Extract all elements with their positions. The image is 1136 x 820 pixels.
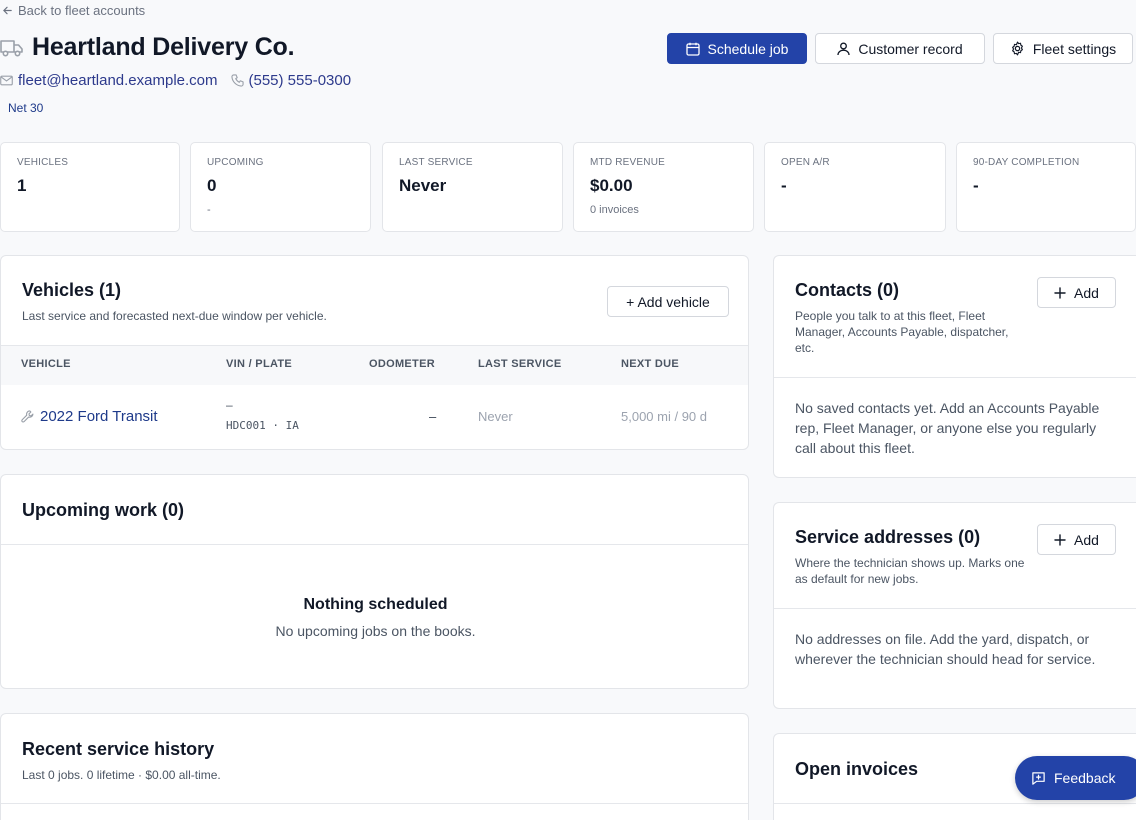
vehicle-vin: – [226, 398, 233, 412]
feedback-button[interactable]: Feedback [1015, 756, 1136, 800]
stat-value: - [781, 176, 787, 195]
user-icon [837, 42, 851, 55]
email-text: fleet@heartland.example.com [18, 72, 218, 89]
stat-sub: - [207, 204, 211, 216]
customer-record-button[interactable]: Customer record [815, 33, 985, 64]
stat-label: UPCOMING [207, 157, 264, 168]
vehicles-description: Last service and forecasted next-due win… [22, 309, 327, 323]
stat-last-service: LAST SERVICE Never [382, 142, 563, 232]
page-header: Heartland Delivery Co. [0, 33, 295, 62]
table-row[interactable]: 2022 Ford Transit – HDC001 · IA – Never … [0, 385, 749, 449]
stat-open-ar: OPEN A/R - [764, 142, 946, 232]
payment-terms-badge: Net 30 [8, 101, 44, 115]
stat-label: LAST SERVICE [399, 157, 473, 168]
contacts-card: Contacts (0) People you talk to at this … [773, 255, 1136, 478]
vehicle-odometer: – [429, 409, 437, 424]
stat-value: 1 [17, 176, 27, 195]
stat-sub: 0 invoices [590, 204, 639, 216]
contacts-empty-text: No saved contacts yet. Add an Accounts P… [795, 400, 1100, 456]
stat-label: MTD REVENUE [590, 157, 665, 168]
arrow-left-icon [3, 6, 12, 15]
page-title: Heartland Delivery Co. [32, 33, 295, 61]
stat-label: 90-DAY COMPLETION [973, 157, 1080, 168]
back-link-label: Back to fleet accounts [18, 3, 146, 18]
vehicle-plate: HDC001 · IA [226, 419, 299, 432]
back-link[interactable]: Back to fleet accounts [2, 3, 145, 18]
plus-icon [1054, 533, 1066, 546]
fleet-settings-button[interactable]: Fleet settings [993, 33, 1133, 64]
stat-mtd-revenue: MTD REVENUE $0.00 0 invoices [573, 142, 754, 232]
addresses-description: Where the technician shows up. Marks one… [795, 556, 1025, 586]
message-plus-icon [1032, 771, 1045, 785]
phone-link[interactable]: (555) 555-0300 [230, 72, 352, 89]
col-odometer[interactable]: ODOMETER [369, 358, 435, 370]
plus-icon [1054, 286, 1066, 299]
add-contact-button[interactable]: Add [1037, 277, 1116, 308]
stat-upcoming: UPCOMING 0 - [190, 142, 371, 232]
empty-title: Nothing scheduled [303, 596, 448, 613]
vehicle-name: 2022 Ford Transit [40, 408, 158, 425]
contact-info: fleet@heartland.example.com (555) 555-03… [0, 72, 351, 89]
vehicle-next-due: 5,000 mi / 90 d [621, 409, 707, 424]
history-title: Recent service history [22, 739, 215, 759]
phone-icon [230, 74, 244, 87]
stat-completion: 90-DAY COMPLETION - [956, 142, 1136, 232]
vehicle-last-service: Never [478, 409, 513, 424]
schedule-job-label: Schedule job [707, 40, 789, 57]
vehicles-title: Vehicles (1) [22, 280, 122, 300]
col-vin-plate[interactable]: VIN / PLATE [226, 358, 292, 370]
stat-value: Never [399, 176, 447, 195]
add-address-label: Add [1074, 531, 1099, 548]
wrench-icon [21, 410, 34, 423]
stat-label: OPEN A/R [781, 157, 830, 168]
email-link[interactable]: fleet@heartland.example.com [0, 72, 218, 89]
stat-value: - [973, 176, 979, 195]
addresses-empty-text: No addresses on file. Add the yard, disp… [795, 631, 1096, 667]
schedule-job-button[interactable]: Schedule job [667, 33, 807, 64]
contacts-description: People you talk to at this fleet, Fleet … [795, 309, 1009, 355]
add-vehicle-button[interactable]: + Add vehicle [607, 286, 729, 317]
col-last-service[interactable]: LAST SERVICE [478, 358, 561, 370]
customer-record-label: Customer record [858, 40, 963, 57]
add-contact-label: Add [1074, 284, 1099, 301]
stat-label: VEHICLES [17, 157, 69, 168]
addresses-card: Service addresses (0) Where the technici… [773, 502, 1136, 709]
upcoming-card: Upcoming work (0) Nothing scheduled No u… [0, 474, 749, 689]
truck-icon [0, 39, 23, 57]
col-next-due[interactable]: NEXT DUE [621, 358, 679, 370]
stat-vehicles: VEHICLES 1 [0, 142, 180, 232]
empty-description: No upcoming jobs on the books. [275, 623, 476, 639]
vehicle-link[interactable]: 2022 Ford Transit [21, 408, 158, 425]
history-card: Recent service history Last 0 jobs. 0 li… [0, 713, 749, 820]
fleet-settings-label: Fleet settings [1032, 40, 1117, 57]
mail-icon [0, 75, 13, 86]
contacts-title: Contacts (0) [795, 280, 900, 300]
phone-text: (555) 555-0300 [248, 72, 352, 89]
history-description: Last 0 jobs. 0 lifetime · $0.00 all-time… [22, 768, 221, 782]
stat-value: 0 [207, 176, 217, 195]
gear-icon [1011, 41, 1023, 56]
add-address-button[interactable]: Add [1037, 524, 1116, 555]
feedback-label: Feedback [1054, 770, 1116, 786]
invoices-title: Open invoices [795, 759, 919, 779]
col-vehicle[interactable]: VEHICLE [21, 358, 71, 370]
stat-value: $0.00 [590, 176, 633, 195]
calendar-icon [685, 42, 700, 56]
upcoming-title: Upcoming work (0) [22, 500, 185, 520]
addresses-title: Service addresses (0) [795, 527, 981, 547]
